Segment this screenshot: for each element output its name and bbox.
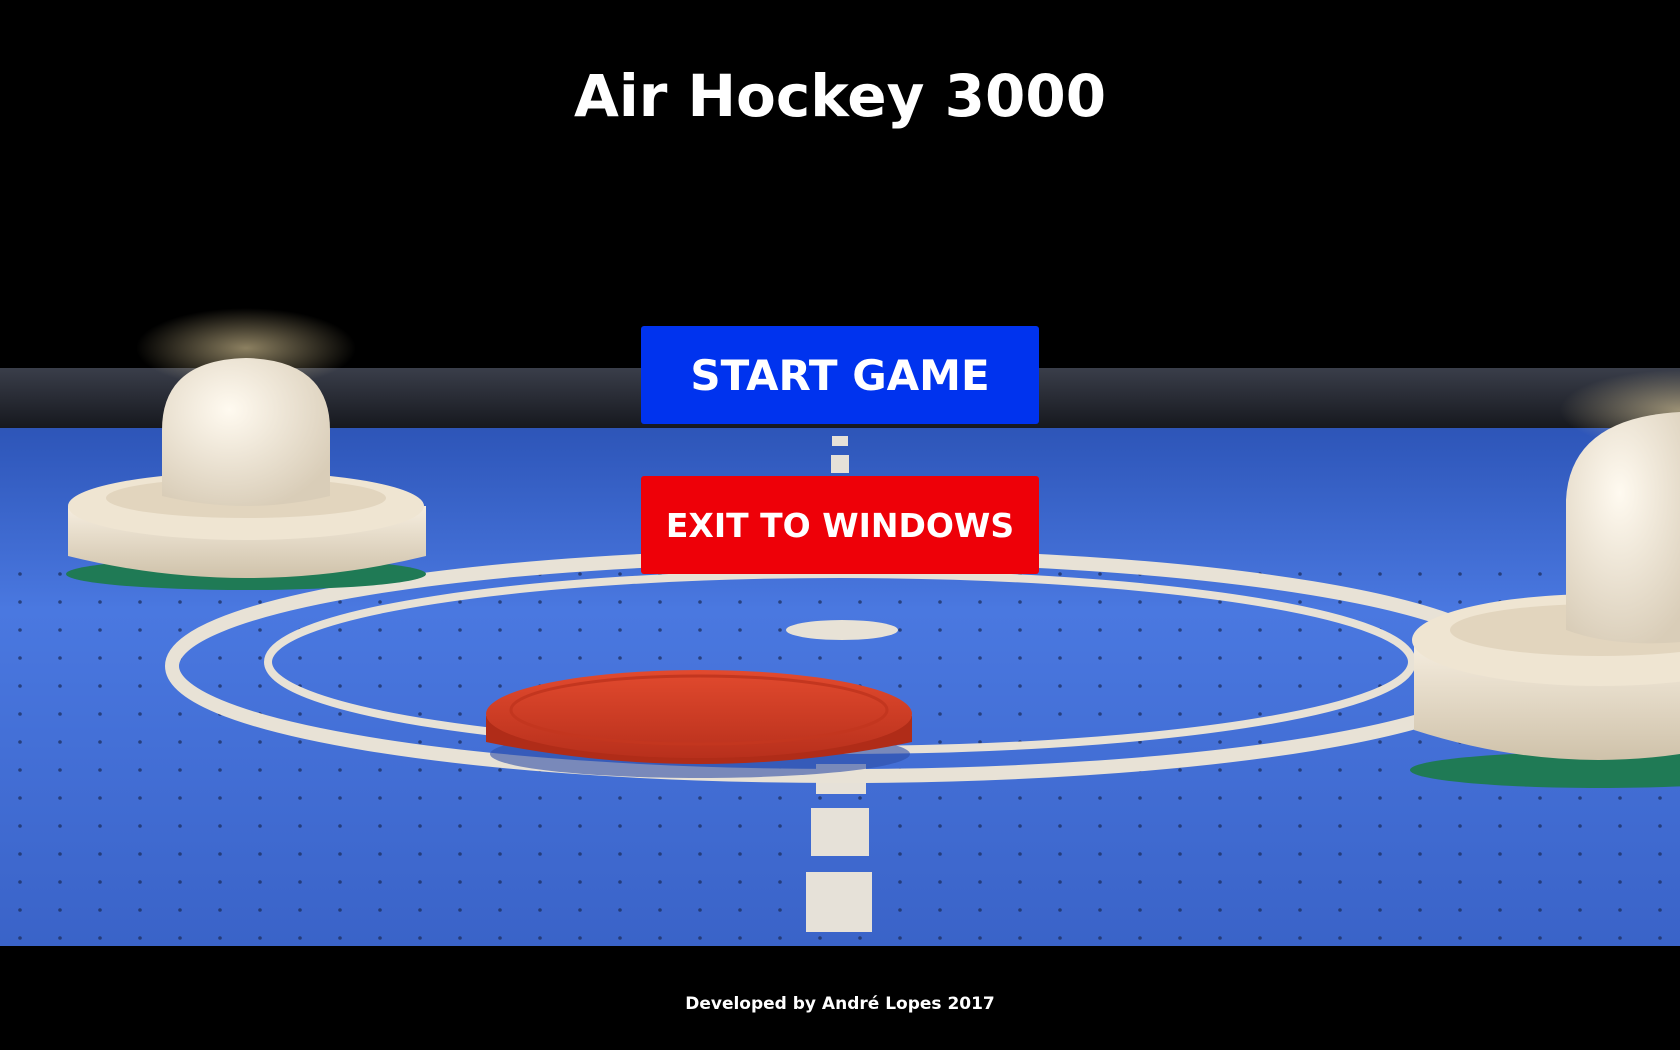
exit-to-windows-label: EXIT TO WINDOWS xyxy=(665,505,1015,545)
game-title: Air Hockey 3000 xyxy=(573,62,1107,130)
center-spot xyxy=(786,620,898,640)
start-game-label: START GAME xyxy=(690,350,990,400)
developer-credit: Developed by André Lopes 2017 xyxy=(685,994,995,1014)
start-game-button[interactable]: START GAME xyxy=(641,326,1039,424)
puck-icon xyxy=(486,670,912,778)
game-menu-screen: Air Hockey 3000 START GAME EXIT TO WINDO… xyxy=(0,0,1680,1050)
exit-to-windows-button[interactable]: EXIT TO WINDOWS xyxy=(641,476,1039,574)
